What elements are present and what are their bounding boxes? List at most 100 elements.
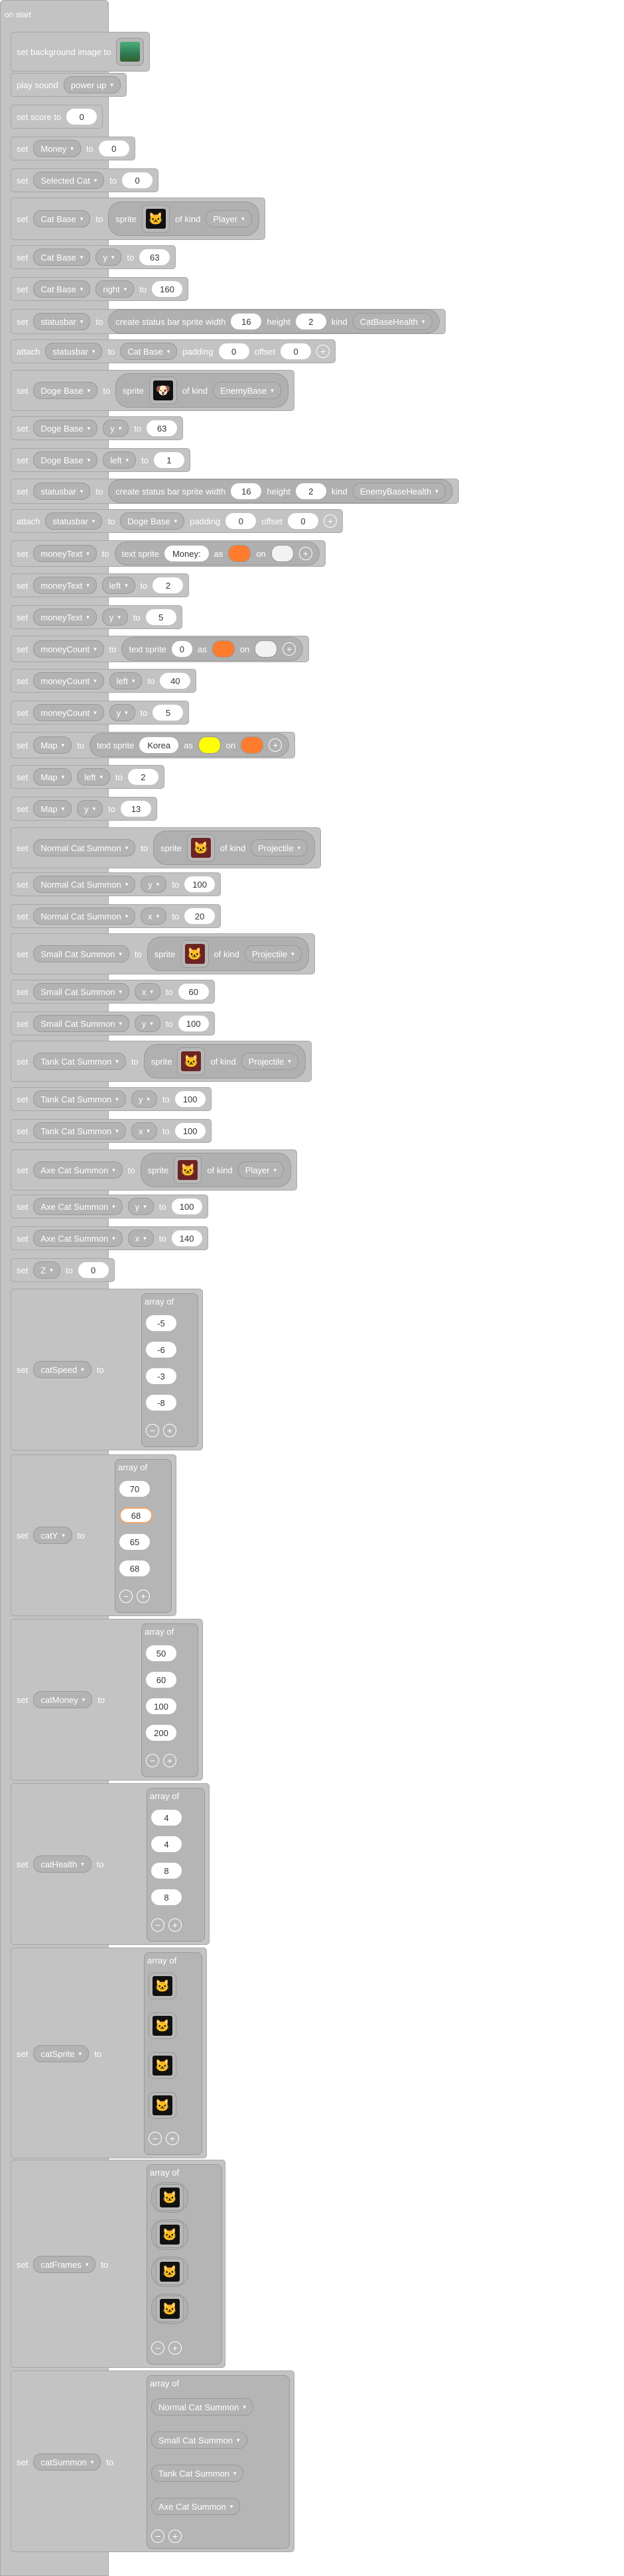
plus-icon[interactable]: + <box>168 2341 182 2355</box>
create-status-bar-reporter[interactable]: create status bar sprite width 16 height… <box>108 479 453 503</box>
value-input[interactable]: 2 <box>153 577 184 593</box>
set-map-left-block[interactable]: set Map ▾ left ▾ to 2 <box>11 765 164 789</box>
animation-frames-picker[interactable]: 🐱 <box>151 2182 188 2213</box>
minus-icon[interactable]: − <box>151 1918 164 1932</box>
sprite-image-picker[interactable]: 🐱 <box>180 940 209 968</box>
variable-dropdown-money-text[interactable]: moneyText ▾ <box>33 545 97 562</box>
property-dropdown[interactable]: right ▾ <box>95 280 135 298</box>
array-item[interactable]: 8 <box>151 1863 182 1879</box>
variable-dropdown[interactable]: Small Cat Summon ▾ <box>33 945 129 963</box>
property-dropdown[interactable]: left ▾ <box>103 451 137 469</box>
width-input[interactable]: 16 <box>231 483 262 499</box>
set-selected-cat-block[interactable]: set Selected Cat ▾ to 0 <box>11 168 159 192</box>
plus-icon[interactable]: + <box>137 1590 150 1603</box>
background-color-swatch[interactable] <box>271 545 294 562</box>
property-dropdown[interactable]: y ▾ <box>134 1015 160 1032</box>
variable-dropdown[interactable]: catY ▾ <box>33 1527 72 1544</box>
value-input[interactable]: 100 <box>171 1199 202 1214</box>
variable-dropdown-cat-base[interactable]: Cat Base ▾ <box>33 210 91 227</box>
array-item-selected[interactable]: 68 <box>119 1507 153 1523</box>
sprite-dropdown[interactable]: moneyText ▾ <box>33 609 97 626</box>
array-of-reporter[interactable]: array of 70 68 65 68 − + <box>115 1459 172 1613</box>
animation-frames-picker[interactable]: 🐱 <box>151 2294 188 2324</box>
variable-dropdown-selected-cat[interactable]: Selected Cat ▾ <box>33 172 105 189</box>
variable-dropdown-map[interactable]: Map ▾ <box>33 736 72 754</box>
array-item[interactable]: 4 <box>151 1836 182 1852</box>
variable-dropdown[interactable]: Axe Cat Summon ▾ <box>33 1161 123 1179</box>
sprite-dropdown[interactable]: Cat Base ▾ <box>33 280 91 298</box>
value-input[interactable]: 100 <box>174 1091 206 1107</box>
attach-statusbar-block[interactable]: attach statusbar ▾ to Cat Base ▾ padding 0… <box>11 339 336 363</box>
text-sprite-reporter[interactable]: text sprite Korea as on + <box>90 733 290 757</box>
property-dropdown[interactable]: y ▾ <box>109 704 135 721</box>
sprite-image-picker[interactable]: 🐱 <box>142 205 170 233</box>
value-input[interactable]: 13 <box>121 801 152 817</box>
set-small-cat-summon-x-block[interactable]: set Small Cat Summon ▾ x ▾ to 60 <box>11 980 215 1004</box>
set-small-cat-summon-y-block[interactable]: set Small Cat Summon ▾ y ▾ to 100 <box>11 1012 215 1035</box>
set-statusbar-block[interactable]: set statusbar ▾ to create status bar spri… <box>11 309 446 334</box>
statusbar-dropdown[interactable]: statusbar ▾ <box>45 512 103 530</box>
array-item[interactable]: 100 <box>146 1698 176 1714</box>
height-input[interactable]: 2 <box>295 483 326 499</box>
plus-icon[interactable]: + <box>166 2132 179 2145</box>
set-doge-base-left-block[interactable]: set Doge Base ▾ left ▾ to 1 <box>11 448 190 472</box>
value-input[interactable]: 63 <box>147 420 178 436</box>
property-dropdown[interactable]: y ▾ <box>95 249 122 266</box>
minus-icon[interactable]: − <box>149 2132 162 2145</box>
plus-icon[interactable]: + <box>316 345 330 358</box>
set-money-count-left-block[interactable]: set moneyCount ▾ left ▾ to 40 <box>11 669 197 693</box>
property-dropdown[interactable]: x ▾ <box>141 907 167 925</box>
sprite-dropdown[interactable]: Doge Base ▾ <box>33 420 98 437</box>
plus-icon[interactable]: + <box>269 738 282 752</box>
kind-dropdown[interactable]: Projectile ▾ <box>251 839 308 856</box>
set-axe-cat-summon-block[interactable]: set Axe Cat Summon ▾ to sprite 🐱 of kind … <box>11 1149 298 1191</box>
set-normal-cat-summon-block[interactable]: set Normal Cat Summon ▾ to sprite 🐱 of ki… <box>11 827 322 868</box>
foreground-color-swatch[interactable] <box>228 545 251 562</box>
sprite-image-picker[interactable]: 🐱 <box>186 834 215 862</box>
text-input[interactable]: Korea <box>139 737 179 753</box>
set-z-block[interactable]: set Z ▾ to 0 <box>11 1258 115 1282</box>
plus-icon[interactable]: + <box>298 547 312 560</box>
set-tank-cat-summon-block[interactable]: set Tank Cat Summon ▾ to sprite 🐱 of kind… <box>11 1041 312 1082</box>
sprite-image-picker[interactable]: 🐶 <box>149 377 177 404</box>
variable-dropdown-z[interactable]: Z ▾ <box>33 1261 60 1279</box>
kind-dropdown[interactable]: Player ▾ <box>237 1161 284 1179</box>
plus-icon[interactable]: + <box>163 1424 176 1437</box>
kind-dropdown[interactable]: Player ▾ <box>206 210 252 227</box>
sprite-image-picker[interactable]: 🐱 <box>149 2092 176 2119</box>
array-item[interactable]: -5 <box>146 1315 176 1331</box>
set-cat-speed-array-block[interactable]: set catSpeed ▾ to array of -5 -6 -3 -8 − + <box>11 1289 203 1450</box>
set-axe-cat-summon-x-block[interactable]: set Axe Cat Summon ▾ x ▾ to 140 <box>11 1226 208 1250</box>
value-input[interactable]: 2 <box>127 769 158 785</box>
set-map-block[interactable]: set Map ▾ to text sprite Korea as on + <box>11 732 296 758</box>
value-input[interactable]: 160 <box>152 281 183 297</box>
variable-dropdown[interactable]: catSummon ▾ <box>33 2453 101 2471</box>
property-dropdown[interactable]: y ▾ <box>77 800 103 817</box>
padding-input[interactable]: 0 <box>225 513 257 529</box>
variable-dropdown[interactable]: catHealth ▾ <box>33 1855 92 1873</box>
sprite-dropdown[interactable]: Cat Base ▾ <box>33 249 91 266</box>
create-status-bar-reporter[interactable]: create status bar sprite width 16 height… <box>108 310 440 333</box>
sprite-image-picker[interactable]: 🐱 <box>149 2052 176 2079</box>
play-sound-block[interactable]: play sound power up ▾ <box>11 73 127 97</box>
array-item[interactable]: -3 <box>146 1368 176 1384</box>
text-sprite-reporter[interactable]: text sprite Money: as on + <box>114 542 320 565</box>
array-item[interactable]: -8 <box>146 1395 176 1411</box>
sprite-image-picker[interactable]: 🐱 <box>149 2013 176 2039</box>
sprite-dropdown[interactable]: moneyText ▾ <box>33 577 97 594</box>
text-sprite-reporter[interactable]: text sprite 0 as on + <box>121 637 304 661</box>
kind-dropdown[interactable]: Projectile ▾ <box>241 1053 298 1070</box>
value-input[interactable]: 5 <box>145 609 176 625</box>
set-money-count-y-block[interactable]: set moneyCount ▾ y ▾ to 5 <box>11 701 190 725</box>
property-dropdown[interactable]: left ▾ <box>77 768 111 786</box>
sprite-image-picker[interactable]: 🐱 <box>174 1156 202 1184</box>
offset-input[interactable]: 0 <box>281 343 312 359</box>
set-cat-money-array-block[interactable]: set catMoney ▾ to array of 50 60 100 200 … <box>11 1619 203 1781</box>
set-cat-base-sprite-block[interactable]: set Cat Base ▾ to sprite 🐱 of kind Player… <box>11 198 265 240</box>
sprite-dropdown[interactable]: Tank Cat Summon ▾ <box>33 1090 126 1108</box>
array-item[interactable]: 60 <box>146 1672 176 1688</box>
set-small-cat-summon-block[interactable]: set Small Cat Summon ▾ to sprite 🐱 of kin… <box>11 933 315 974</box>
array-item[interactable]: 4 <box>151 1810 182 1826</box>
variable-dropdown-money[interactable]: Money ▾ <box>33 140 81 157</box>
sprite-dropdown[interactable]: moneyCount ▾ <box>33 672 104 689</box>
